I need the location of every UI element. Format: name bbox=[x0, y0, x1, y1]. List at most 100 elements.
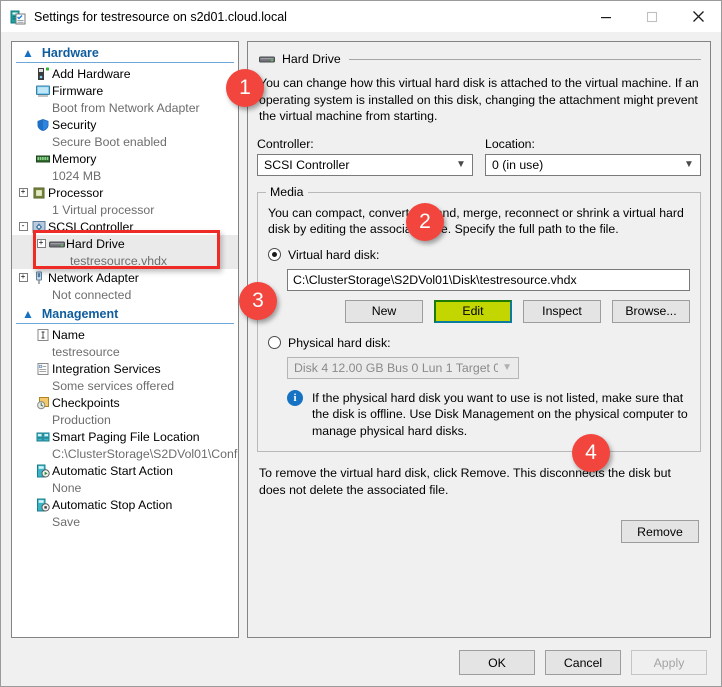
tree-item-label: Name bbox=[52, 327, 85, 342]
expander-glyph: + bbox=[18, 273, 28, 282]
firmware-icon bbox=[34, 84, 52, 98]
panel-title: Hard Drive bbox=[282, 52, 341, 66]
collapse-chevron-icon: ▲ bbox=[22, 46, 34, 60]
annotation-badge-4: 4 bbox=[572, 434, 610, 472]
controller-select[interactable]: SCSI Controller ▼ bbox=[257, 153, 473, 176]
chevron-down-icon: ▼ bbox=[684, 159, 694, 170]
cancel-button[interactable]: Cancel bbox=[545, 650, 621, 675]
virtual-hard-disk-path-value: C:\ClusterStorage\S2DVol01\Disk\testreso… bbox=[293, 272, 577, 287]
smart-paging-icon bbox=[34, 430, 52, 444]
virtual-hard-disk-path-input[interactable]: C:\ClusterStorage\S2DVol01\Disk\testreso… bbox=[287, 268, 690, 291]
tree-item-smart-paging-file-location[interactable]: Smart Paging File Location bbox=[12, 428, 238, 445]
radio-indicator bbox=[268, 248, 281, 261]
tree-item-security[interactable]: Security bbox=[12, 116, 238, 133]
browse-button[interactable]: Browse... bbox=[612, 299, 690, 323]
expander-glyph: - bbox=[18, 222, 28, 231]
location-label: Location: bbox=[485, 136, 535, 151]
inspect-button[interactable]: Inspect bbox=[523, 299, 601, 323]
hard-drive-icon bbox=[259, 53, 275, 65]
expander-icon[interactable]: - bbox=[16, 220, 30, 234]
media-group: Media You can compact, convert, expand, … bbox=[257, 184, 701, 452]
tree-item-network-adapter[interactable]: + Network Adapter bbox=[12, 269, 238, 286]
network-adapter-icon bbox=[30, 271, 48, 285]
expander-icon[interactable]: + bbox=[16, 186, 30, 200]
maximize-button[interactable] bbox=[629, 1, 675, 32]
header-rule bbox=[348, 58, 701, 60]
automatic-start-icon bbox=[34, 464, 52, 478]
annotation-badge-1: 1 bbox=[226, 69, 264, 107]
window-title: Settings for testresource on s2d01.cloud… bbox=[34, 9, 287, 24]
tree-item-sublabel: None bbox=[52, 480, 82, 495]
virtual-hard-disk-label: Virtual hard disk: bbox=[288, 247, 380, 262]
physical-hard-disk-radio[interactable]: Physical hard disk: bbox=[268, 336, 690, 350]
tree-section-management[interactable]: ▲ Management bbox=[16, 305, 234, 324]
chevron-down-icon: ▼ bbox=[502, 362, 513, 373]
tree-item-label: Network Adapter bbox=[48, 270, 139, 285]
new-button[interactable]: New bbox=[345, 299, 423, 323]
tree-section-hardware[interactable]: ▲ Hardware bbox=[16, 44, 234, 63]
tree-item-name[interactable]: Name bbox=[12, 326, 238, 343]
annotation-badge-3: 3 bbox=[239, 282, 277, 320]
physical-hard-disk-label: Physical hard disk: bbox=[288, 335, 391, 350]
ok-button[interactable]: OK bbox=[459, 650, 535, 675]
tree-item-label: Add Hardware bbox=[52, 66, 131, 81]
radio-indicator bbox=[268, 336, 281, 349]
tree-item-sublabel: Boot from Network Adapter bbox=[52, 100, 200, 115]
tree-item-sublabel: Secure Boot enabled bbox=[52, 134, 167, 149]
processor-icon bbox=[30, 186, 48, 200]
tree-item-sublabel: Save bbox=[52, 514, 81, 529]
remove-button-row: Remove bbox=[257, 520, 701, 543]
tree-item-firmware[interactable]: Firmware bbox=[12, 82, 238, 99]
integration-services-icon bbox=[34, 362, 52, 376]
dialog-footer: OK Cancel Apply bbox=[1, 639, 721, 686]
remove-note: To remove the virtual hard disk, click R… bbox=[259, 466, 671, 497]
tree-item-label: Memory bbox=[52, 151, 97, 166]
close-button[interactable] bbox=[675, 1, 721, 32]
tree-item-integration-services[interactable]: Integration Services bbox=[12, 360, 238, 377]
tree-item-label: Processor bbox=[48, 185, 104, 200]
tree-item-automatic-start-action[interactable]: Automatic Start Action bbox=[12, 462, 238, 479]
expander-glyph: + bbox=[18, 188, 28, 197]
apply-button[interactable]: Apply bbox=[631, 650, 707, 675]
physical-hard-disk-value: Disk 4 12.00 GB Bus 0 Lun 1 Target 0 bbox=[294, 360, 499, 375]
remove-button[interactable]: Remove bbox=[621, 520, 699, 543]
tree-item-checkpoints[interactable]: Checkpoints bbox=[12, 394, 238, 411]
title-bar: Settings for testresource on s2d01.cloud… bbox=[1, 1, 721, 32]
tree-item-label: Security bbox=[52, 117, 97, 132]
tree-item-sublabel: C:\ClusterStorage\S2DVol01\Config bbox=[52, 446, 239, 461]
location-value: 0 (in use) bbox=[492, 157, 544, 172]
tree-item-label: Checkpoints bbox=[52, 395, 120, 410]
minimize-button[interactable] bbox=[583, 1, 629, 32]
annotation-badge-2: 2 bbox=[406, 203, 444, 241]
tree-item-memory[interactable]: Memory bbox=[12, 150, 238, 167]
controller-location-row: Controller: SCSI Controller ▼ Location: … bbox=[257, 137, 701, 176]
edit-button[interactable]: Edit bbox=[434, 299, 512, 323]
tree-item-add-hardware[interactable]: Add Hardware bbox=[12, 65, 238, 82]
badge-number: 3 bbox=[252, 289, 264, 312]
add-hardware-icon bbox=[34, 67, 52, 81]
collapse-chevron-icon: ▲ bbox=[22, 307, 34, 321]
info-icon: i bbox=[287, 389, 303, 406]
automatic-stop-icon bbox=[34, 498, 52, 512]
checkpoints-icon bbox=[34, 396, 52, 410]
media-description: You can compact, convert, expand, merge,… bbox=[268, 205, 684, 237]
tree-item-sublabel: testresource bbox=[52, 344, 120, 359]
physical-disk-info-text: If the physical hard disk you want to us… bbox=[312, 390, 688, 438]
location-select[interactable]: 0 (in use) ▼ bbox=[485, 153, 701, 176]
tree-item-processor[interactable]: + Processor bbox=[12, 184, 238, 201]
security-shield-icon bbox=[34, 118, 52, 132]
hardware-tree[interactable]: ▲ Hardware Add Hardware Firmware Boot fr… bbox=[11, 41, 239, 638]
tree-section-label: Management bbox=[41, 307, 119, 321]
vm-settings-icon bbox=[10, 9, 26, 25]
name-icon bbox=[34, 328, 52, 342]
controller-group: Controller: SCSI Controller ▼ bbox=[257, 137, 473, 176]
settings-window: Settings for testresource on s2d01.cloud… bbox=[0, 0, 722, 687]
tree-item-sublabel: 1024 MB bbox=[52, 168, 102, 183]
tree-item-sublabel: 1 Virtual processor bbox=[52, 202, 155, 217]
expander-icon[interactable]: + bbox=[16, 271, 30, 285]
tree-item-automatic-stop-action[interactable]: Automatic Stop Action bbox=[12, 496, 238, 513]
annotation-highlight-box bbox=[33, 230, 220, 269]
physical-hard-disk-select[interactable]: Disk 4 12.00 GB Bus 0 Lun 1 Target 0 ▼ bbox=[287, 356, 519, 379]
tree-item-label: Automatic Stop Action bbox=[52, 497, 173, 512]
virtual-hard-disk-radio[interactable]: Virtual hard disk: bbox=[268, 248, 690, 262]
